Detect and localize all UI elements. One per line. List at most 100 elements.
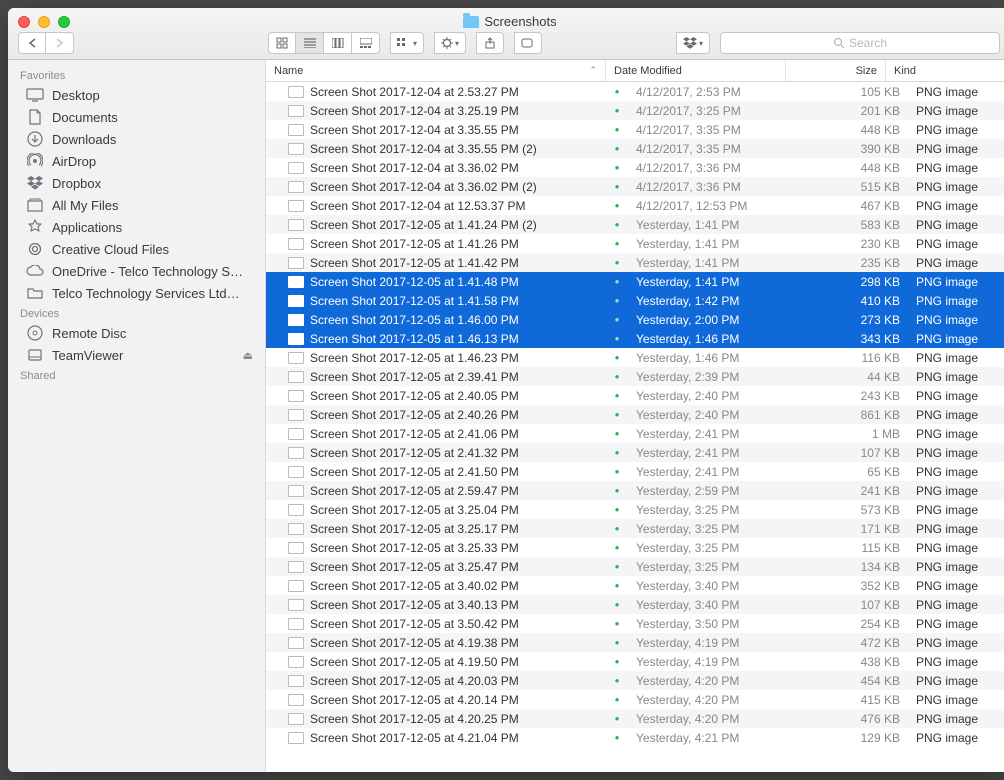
file-modified: Yesterday, 1:41 PM	[628, 218, 808, 232]
file-size: 298 KB	[808, 275, 908, 289]
file-thumbnail-icon	[288, 200, 304, 212]
back-button[interactable]	[18, 32, 46, 54]
sync-status-icon: ●	[606, 258, 628, 267]
file-row[interactable]: Screen Shot 2017-12-05 at 4.20.03 PM●Yes…	[266, 671, 1004, 690]
file-modified: Yesterday, 2:40 PM	[628, 389, 808, 403]
sidebar-item-label: TeamViewer	[52, 348, 123, 363]
file-kind: PNG image	[908, 636, 1004, 650]
eject-icon[interactable]: ⏏	[243, 349, 253, 362]
file-row[interactable]: Screen Shot 2017-12-05 at 2.39.41 PM●Yes…	[266, 367, 1004, 386]
file-row[interactable]: Screen Shot 2017-12-05 at 1.46.13 PM●Yes…	[266, 329, 1004, 348]
file-row[interactable]: Screen Shot 2017-12-04 at 3.36.02 PM (2)…	[266, 177, 1004, 196]
folder-icon	[463, 16, 479, 28]
sidebar[interactable]: FavoritesDesktopDocumentsDownloadsAirDro…	[8, 60, 266, 772]
file-row[interactable]: Screen Shot 2017-12-05 at 2.41.50 PM●Yes…	[266, 462, 1004, 481]
tags-button[interactable]	[514, 32, 542, 54]
file-row[interactable]: Screen Shot 2017-12-05 at 4.21.04 PM●Yes…	[266, 728, 1004, 747]
file-row[interactable]: Screen Shot 2017-12-05 at 2.59.47 PM●Yes…	[266, 481, 1004, 500]
gallery-view-button[interactable]	[352, 32, 380, 54]
file-row[interactable]: Screen Shot 2017-12-04 at 3.35.55 PM (2)…	[266, 139, 1004, 158]
share-button[interactable]	[476, 32, 504, 54]
header-name[interactable]: Name⌃	[266, 60, 606, 81]
file-row[interactable]: Screen Shot 2017-12-05 at 2.41.32 PM●Yes…	[266, 443, 1004, 462]
file-thumbnail-icon	[288, 485, 304, 497]
file-row[interactable]: Screen Shot 2017-12-04 at 3.35.55 PM●4/1…	[266, 120, 1004, 139]
file-modified: Yesterday, 2:41 PM	[628, 465, 808, 479]
list-view-button[interactable]	[296, 32, 324, 54]
file-thumbnail-icon	[288, 86, 304, 98]
file-name: Screen Shot 2017-12-04 at 12.53.37 PM	[310, 199, 525, 213]
search-field[interactable]: Search	[720, 32, 1000, 54]
file-row[interactable]: Screen Shot 2017-12-05 at 4.20.25 PM●Yes…	[266, 709, 1004, 728]
file-name: Screen Shot 2017-12-05 at 2.59.47 PM	[310, 484, 519, 498]
sync-status-icon: ●	[606, 600, 628, 609]
forward-button[interactable]	[46, 32, 74, 54]
file-name: Screen Shot 2017-12-05 at 2.39.41 PM	[310, 370, 519, 384]
file-row[interactable]: Screen Shot 2017-12-05 at 3.25.47 PM●Yes…	[266, 557, 1004, 576]
file-row[interactable]: Screen Shot 2017-12-05 at 4.19.38 PM●Yes…	[266, 633, 1004, 652]
file-row[interactable]: Screen Shot 2017-12-05 at 4.20.14 PM●Yes…	[266, 690, 1004, 709]
sidebar-item[interactable]: Documents	[8, 106, 265, 128]
sync-status-icon: ●	[606, 87, 628, 96]
file-kind: PNG image	[908, 332, 1004, 346]
file-row[interactable]: Screen Shot 2017-12-04 at 3.36.02 PM●4/1…	[266, 158, 1004, 177]
file-row[interactable]: Screen Shot 2017-12-05 at 2.40.05 PM●Yes…	[266, 386, 1004, 405]
file-row[interactable]: Screen Shot 2017-12-05 at 3.25.17 PM●Yes…	[266, 519, 1004, 538]
dropbox-button[interactable]: ▾	[676, 32, 710, 54]
file-row[interactable]: Screen Shot 2017-12-04 at 12.53.37 PM ●4/…	[266, 196, 1004, 215]
sidebar-item[interactable]: TeamViewer ⏏	[8, 344, 265, 366]
file-row[interactable]: Screen Shot 2017-12-05 at 3.40.13 PM●Yes…	[266, 595, 1004, 614]
file-name: Screen Shot 2017-12-05 at 4.19.38 PM	[310, 636, 519, 650]
file-thumbnail-icon	[288, 390, 304, 402]
file-row[interactable]: Screen Shot 2017-12-05 at 3.25.33 PM●Yes…	[266, 538, 1004, 557]
file-row[interactable]: Screen Shot 2017-12-04 at 2.53.27 PM●4/1…	[266, 82, 1004, 101]
sidebar-item[interactable]: OneDrive - Telco Technology S…	[8, 260, 265, 282]
file-row[interactable]: Screen Shot 2017-12-05 at 4.19.50 PM●Yes…	[266, 652, 1004, 671]
header-size[interactable]: Size	[786, 60, 886, 81]
file-row[interactable]: Screen Shot 2017-12-05 at 1.46.00 PM●Yes…	[266, 310, 1004, 329]
file-kind: PNG image	[908, 161, 1004, 175]
header-kind[interactable]: Kind	[886, 60, 1004, 81]
file-row[interactable]: Screen Shot 2017-12-05 at 1.41.42 PM●Yes…	[266, 253, 1004, 272]
file-modified: Yesterday, 2:40 PM	[628, 408, 808, 422]
file-row[interactable]: Screen Shot 2017-12-05 at 1.41.58 PM●Yes…	[266, 291, 1004, 310]
sidebar-item[interactable]: Creative Cloud Files	[8, 238, 265, 260]
file-modified: Yesterday, 1:46 PM	[628, 332, 808, 346]
file-row[interactable]: Screen Shot 2017-12-05 at 2.41.06 PM●Yes…	[266, 424, 1004, 443]
file-list[interactable]: Screen Shot 2017-12-04 at 2.53.27 PM●4/1…	[266, 82, 1004, 772]
file-row[interactable]: Screen Shot 2017-12-05 at 1.41.48 PM●Yes…	[266, 272, 1004, 291]
column-view-button[interactable]	[324, 32, 352, 54]
file-name: Screen Shot 2017-12-05 at 3.40.13 PM	[310, 598, 519, 612]
sidebar-item[interactable]: Dropbox	[8, 172, 265, 194]
sidebar-item[interactable]: Downloads	[8, 128, 265, 150]
sidebar-item[interactable]: Telco Technology Services Ltd…	[8, 282, 265, 304]
sync-status-icon: ●	[606, 201, 628, 210]
file-row[interactable]: Screen Shot 2017-12-05 at 3.40.02 PM●Yes…	[266, 576, 1004, 595]
file-row[interactable]: Screen Shot 2017-12-05 at 1.41.26 PM●Yes…	[266, 234, 1004, 253]
file-kind: PNG image	[908, 123, 1004, 137]
file-row[interactable]: Screen Shot 2017-12-05 at 2.40.26 PM●Yes…	[266, 405, 1004, 424]
file-row[interactable]: Screen Shot 2017-12-04 at 3.25.19 PM●4/1…	[266, 101, 1004, 120]
sidebar-item-label: All My Files	[52, 198, 118, 213]
action-button[interactable]: ▾	[434, 32, 466, 54]
sidebar-item[interactable]: Applications	[8, 216, 265, 238]
header-modified[interactable]: Date Modified	[606, 60, 786, 81]
sidebar-item[interactable]: Desktop	[8, 84, 265, 106]
file-kind: PNG image	[908, 180, 1004, 194]
file-row[interactable]: Screen Shot 2017-12-05 at 1.41.24 PM (2)…	[266, 215, 1004, 234]
cloud-icon	[26, 241, 44, 257]
file-row[interactable]: Screen Shot 2017-12-05 at 3.50.42 PM●Yes…	[266, 614, 1004, 633]
file-modified: 4/12/2017, 12:53 PM	[628, 199, 808, 213]
sidebar-item-label: Applications	[52, 220, 122, 235]
file-size: 105 KB	[808, 85, 908, 99]
sidebar-item[interactable]: AirDrop	[8, 150, 265, 172]
sync-status-icon: ●	[606, 486, 628, 495]
sidebar-item[interactable]: Remote Disc	[8, 322, 265, 344]
file-row[interactable]: Screen Shot 2017-12-05 at 3.25.04 PM●Yes…	[266, 500, 1004, 519]
arrange-button[interactable]: ▾	[390, 32, 424, 54]
file-size: 230 KB	[808, 237, 908, 251]
icon-view-button[interactable]	[268, 32, 296, 54]
sync-status-icon: ●	[606, 410, 628, 419]
file-row[interactable]: Screen Shot 2017-12-05 at 1.46.23 PM●Yes…	[266, 348, 1004, 367]
sidebar-item[interactable]: All My Files	[8, 194, 265, 216]
